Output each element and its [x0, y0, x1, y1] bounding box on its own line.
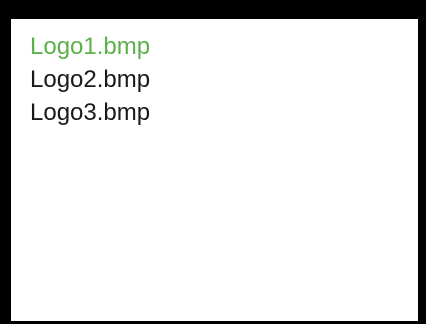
file-item-logo2[interactable]: Logo2.bmp: [30, 63, 150, 96]
file-browser-screen: Logo1.bmp Logo2.bmp Logo3.bmp: [11, 19, 418, 321]
device-screen-frame: Logo1.bmp Logo2.bmp Logo3.bmp: [0, 0, 426, 324]
file-item-logo1[interactable]: Logo1.bmp: [30, 30, 150, 63]
file-list: Logo1.bmp Logo2.bmp Logo3.bmp: [30, 30, 150, 129]
file-item-logo3[interactable]: Logo3.bmp: [30, 96, 150, 129]
